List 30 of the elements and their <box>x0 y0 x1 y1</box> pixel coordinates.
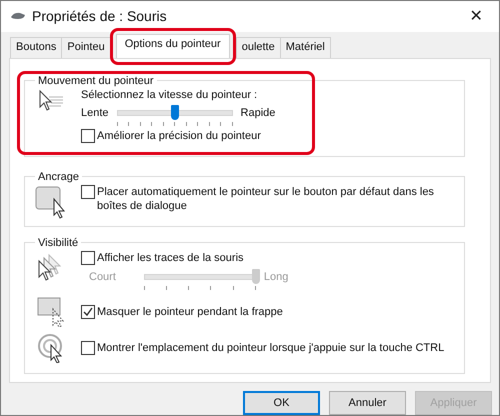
checkbox[interactable] <box>81 184 95 199</box>
close-button[interactable]: ✕ <box>453 6 499 26</box>
long-label: Long <box>264 270 288 283</box>
checkbox[interactable] <box>81 250 95 265</box>
speed-slider[interactable] <box>116 104 233 125</box>
checkbox-label: Améliorer la précision du pointeur <box>97 130 261 142</box>
dialog-button[interactable]: OK <box>243 391 320 415</box>
checkbox-label: Placer automatiquement le pointeur sur le bouton par défaut dans les boîtes de dialogue <box>97 184 435 213</box>
speed-prompt: Sélectionnez la vitesse du pointeur : <box>81 88 258 101</box>
fast-label: Rapide <box>240 106 276 119</box>
group-title: Mouvement du pointeur <box>37 74 155 87</box>
short-label: Court <box>89 270 116 283</box>
tab[interactable]: Pointeu <box>61 36 111 58</box>
tab[interactable]: Options du pointeur <box>116 34 230 58</box>
slider-thumb[interactable] <box>170 104 179 120</box>
group-title: Ancrage <box>37 170 80 183</box>
checkbox-label: Afficher les traces de la souris <box>97 252 244 264</box>
checkbox[interactable] <box>81 128 95 143</box>
tab[interactable]: oulette <box>236 36 281 58</box>
mouse-icon <box>10 12 26 20</box>
slow-label: Lente <box>81 106 109 119</box>
checkbox[interactable] <box>81 304 95 319</box>
tab[interactable]: Boutons <box>10 36 62 58</box>
checkbox-label: Montrer l'emplacement du pointeur lorsque j'appuie sur la touche CTRL <box>97 342 444 354</box>
window-title: Propriétés de : Souris <box>32 8 168 24</box>
checkbox[interactable] <box>81 340 95 355</box>
tab[interactable]: Matériel <box>280 36 331 58</box>
dialog-button[interactable]: Annuler <box>329 391 406 415</box>
group-title: Visibilité <box>37 236 80 249</box>
checkbox-label: Masquer le pointeur pendant la frappe <box>97 306 283 318</box>
